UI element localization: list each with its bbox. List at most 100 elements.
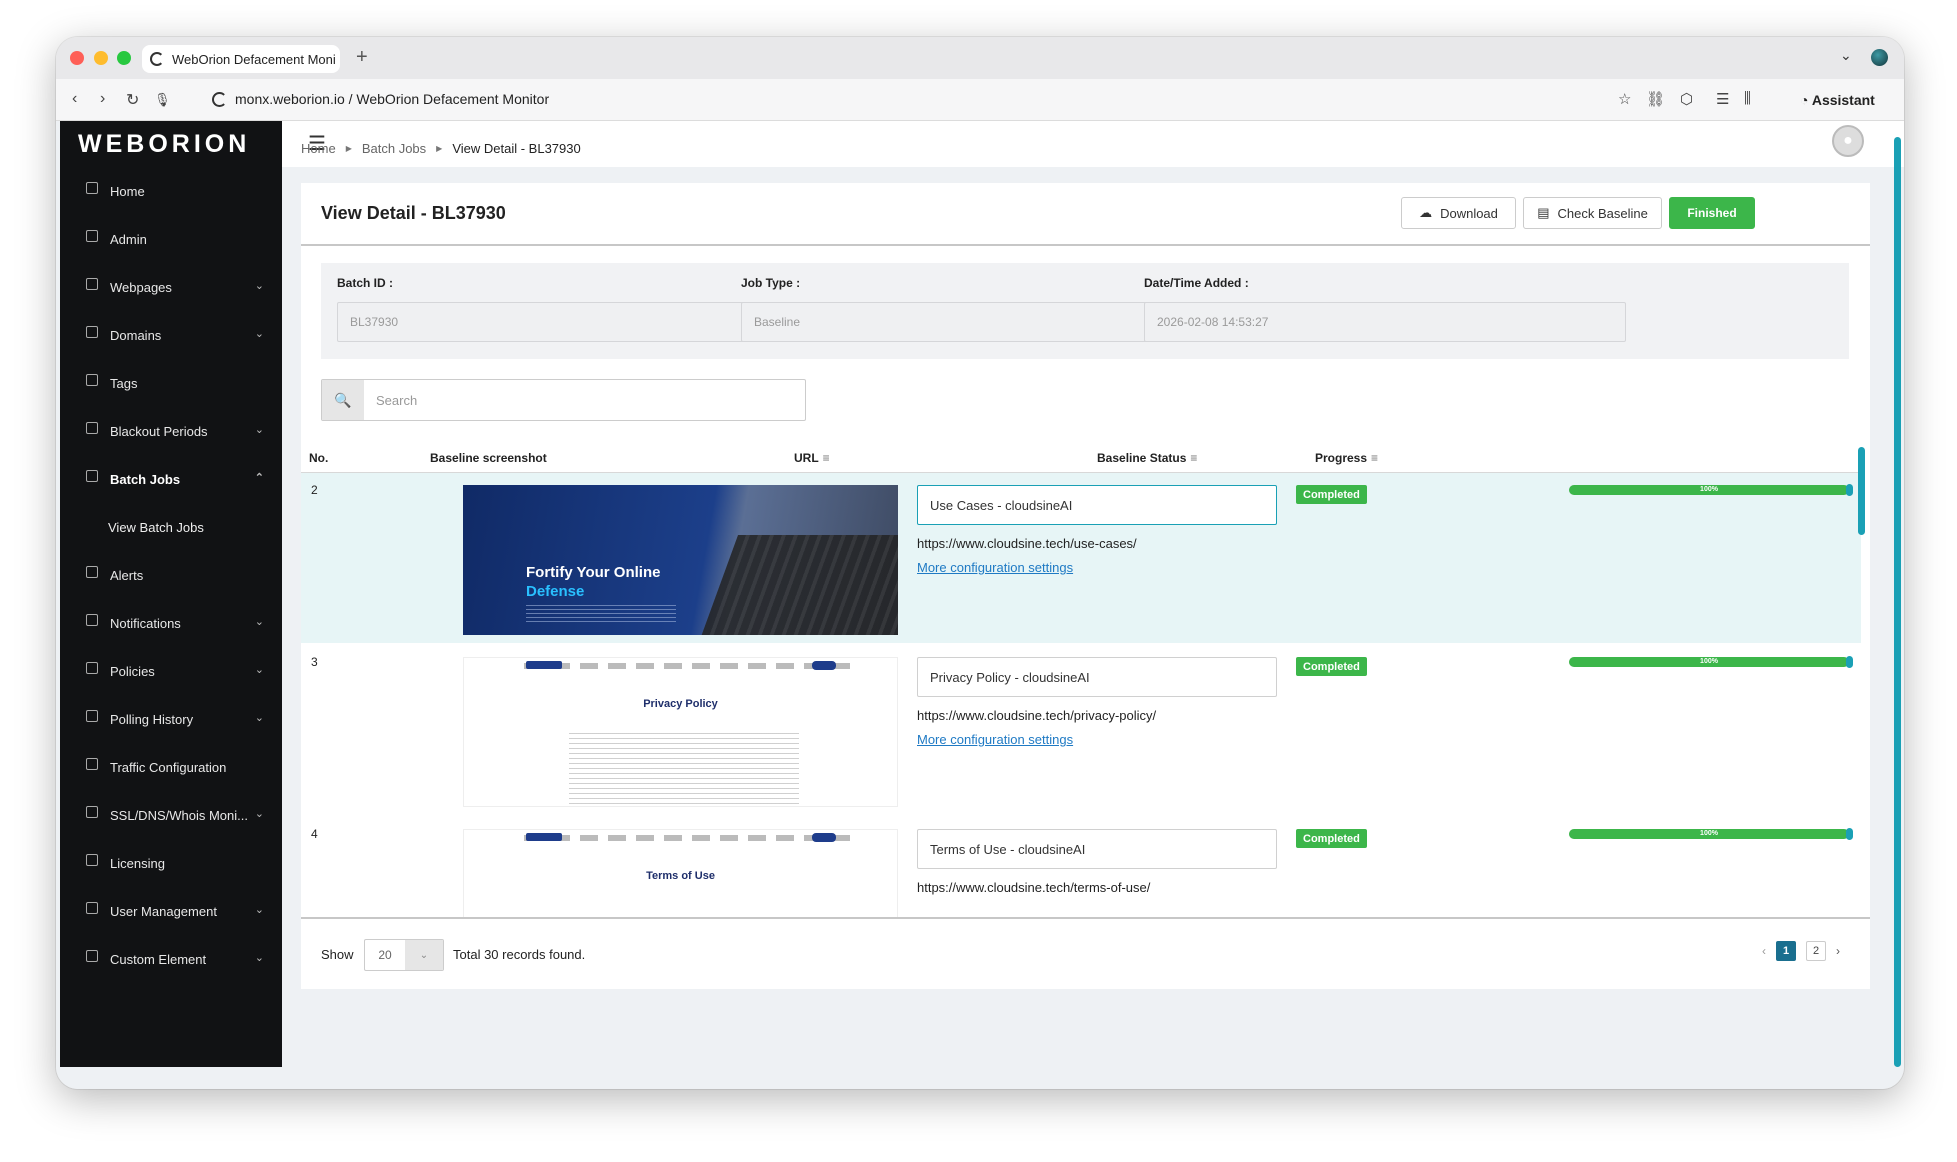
more-configuration-link[interactable]: More configuration settings [917,560,1073,575]
sidebar-item-admin[interactable]: Admin [60,215,282,263]
link-icon[interactable]: ⛓ [1646,90,1665,108]
chevron-down-icon[interactable]: ⌄ [255,951,264,964]
weborion-logo[interactable]: WEBORION [60,121,282,167]
sort-icon[interactable]: ≡ [823,451,830,465]
sidebar-item-label: Batch Jobs [110,471,181,487]
browser-tab[interactable]: WebOrion Defacement Moni [142,45,340,73]
chevron-down-icon[interactable]: ⌄ [255,615,264,628]
search-input[interactable] [364,380,805,420]
chevron-down-icon[interactable]: ⌄ [255,423,264,436]
sidebar-item-label: Polling History [110,711,194,727]
table-body: 2 Fortify Your Online Defense Use Cases … [301,473,1861,917]
breadcrumb-home[interactable]: Home [301,141,336,156]
sidebar-menu: Home Admin Webpages ⌄ Domains ⌄ Tags Blackout P… [60,167,282,983]
maximize-window-button[interactable] [117,51,131,65]
screenshot-heading: Fortify Your Online Defense [526,563,660,601]
sidebar-item-label: Blackout Periods [110,423,208,439]
header-progress[interactable]: Progress ≡ [1315,451,1378,465]
more-configuration-link[interactable]: More configuration settings [917,732,1073,747]
sidebar-item-user-management[interactable]: User Management ⌄ [60,887,282,935]
user-avatar-icon[interactable]: ● [1832,125,1864,157]
reader-list-icon[interactable]: ☰ [1716,90,1729,108]
page-title-field[interactable]: Privacy Policy - cloudsineAI [917,657,1277,697]
url-field[interactable]: monx.weborion.io / WebOrion Defacement M… [212,91,549,107]
close-window-button[interactable] [70,51,84,65]
prev-page-icon[interactable]: ‹ [1762,944,1766,958]
download-button[interactable]: ☁ Download [1401,197,1516,229]
sidebar-item-tags[interactable]: Tags [60,359,282,407]
forward-icon[interactable]: › [100,90,105,108]
menu-document-icon [86,806,98,818]
check-baseline-button[interactable]: ▤ Check Baseline [1523,197,1662,229]
site-favicon-icon [150,52,164,66]
baseline-screenshot[interactable]: Fortify Your Online Defense [463,485,898,635]
sidebar-item-alerts[interactable]: Alerts [60,551,282,599]
profile-icon[interactable] [1871,49,1888,66]
audio-wave-icon[interactable]: ⫼ [1744,90,1751,107]
bookmark-star-icon[interactable]: ☆ [1618,90,1631,108]
extensions-icon[interactable]: ⬡ [1680,90,1693,108]
page-1-button[interactable]: 1 [1776,941,1796,961]
sidebar-item-traffic-configuration[interactable]: Traffic Configuration [60,743,282,791]
sidebar-item-polling-history[interactable]: Polling History ⌄ [60,695,282,743]
table-row[interactable]: 3 Privacy Policy Privacy Policy - clouds… [301,645,1861,815]
header-no: No. [309,451,329,465]
sidebar-subitem-view-batch-jobs[interactable]: View Batch Jobs [60,503,282,551]
header-status[interactable]: Baseline Status ≡ [1097,451,1197,465]
tab-list-chevron-icon[interactable]: ⌄ [1840,47,1852,64]
sidebar-item-label: Admin [110,231,147,247]
sidebar-item-webpages[interactable]: Webpages ⌄ [60,263,282,311]
page-size-select[interactable]: 20 ⌄ [364,939,444,971]
baseline-screenshot[interactable]: Privacy Policy [463,657,898,807]
sidebar-item-blackout-periods[interactable]: Blackout Periods ⌄ [60,407,282,455]
chevron-down-icon[interactable]: ⌄ [255,903,264,916]
sort-icon[interactable]: ≡ [1371,451,1378,465]
reload-icon[interactable]: ↻ [126,90,139,110]
page-title-field[interactable]: Terms of Use - cloudsineAI [917,829,1277,869]
chevron-down-icon[interactable]: ⌄ [255,807,264,820]
sidebar-item-licensing[interactable]: Licensing [60,839,282,887]
sidebar-item-notifications[interactable]: Notifications ⌄ [60,599,282,647]
sidebar-item-custom-element[interactable]: Custom Element ⌄ [60,935,282,983]
screenshot-heading: Terms of Use [646,870,715,882]
sidebar-item-batch-jobs[interactable]: Batch Jobs ⌃ [60,455,282,503]
sidebar-item-policies[interactable]: Policies ⌄ [60,647,282,695]
page-title-field[interactable]: Use Cases - cloudsineAI [917,485,1277,525]
chevron-down-icon[interactable]: ⌄ [255,327,264,340]
screenshot-heading: Privacy Policy [643,698,718,710]
baseline-screenshot[interactable]: Terms of Use [463,829,898,917]
chevron-down-icon[interactable]: ⌄ [255,279,264,292]
assistant-button[interactable]: ◔ Assistant [1800,92,1875,108]
minimize-window-button[interactable] [94,51,108,65]
chevron-down-icon[interactable]: ⌄ [405,940,443,970]
next-page-icon[interactable]: › [1836,944,1840,958]
row-number: 4 [311,827,318,841]
new-tab-button[interactable]: + [356,46,368,69]
chevron-down-icon[interactable]: ⌄ [255,711,264,724]
table-scrollbar[interactable] [1858,447,1865,535]
page-url: https://www.cloudsine.tech/use-cases/ [917,536,1137,551]
table-row[interactable]: 2 Fortify Your Online Defense Use Cases … [301,473,1861,643]
breadcrumb-batch-jobs[interactable]: Batch Jobs [362,141,426,156]
chevron-up-icon[interactable]: ⌃ [255,471,264,484]
finished-button[interactable]: Finished [1669,197,1755,229]
table-row[interactable]: 4 Terms of Use Terms of Use - cloudsineA… [301,817,1861,917]
header-url[interactable]: URL ≡ [794,451,830,465]
screenshot-logo [526,661,562,669]
back-icon[interactable]: ‹ [72,90,77,108]
page-title: View Detail - BL37930 [321,203,506,223]
row-number: 2 [311,483,318,497]
page-scrollbar[interactable] [1894,137,1901,1067]
sort-icon[interactable]: ≡ [1190,451,1197,465]
sidebar-item-ssl-dns-whois-moni[interactable]: SSL/DNS/Whois Moni... ⌄ [60,791,282,839]
sidebar-item-home[interactable]: Home [60,167,282,215]
menu-document-icon [86,950,98,962]
sidebar-item-domains[interactable]: Domains ⌄ [60,311,282,359]
batch-id-label: Batch ID : [337,276,394,290]
microphone-icon[interactable]: 🎙 [154,92,171,108]
total-records-text: Total 30 records found. [453,947,586,962]
address-bar-row: ‹ › ↻ 🎙 monx.weborion.io / WebOrion Defa… [56,79,1904,121]
chevron-down-icon[interactable]: ⌄ [255,663,264,676]
search-icon[interactable]: 🔍 [322,380,364,420]
page-2-button[interactable]: 2 [1806,941,1826,961]
